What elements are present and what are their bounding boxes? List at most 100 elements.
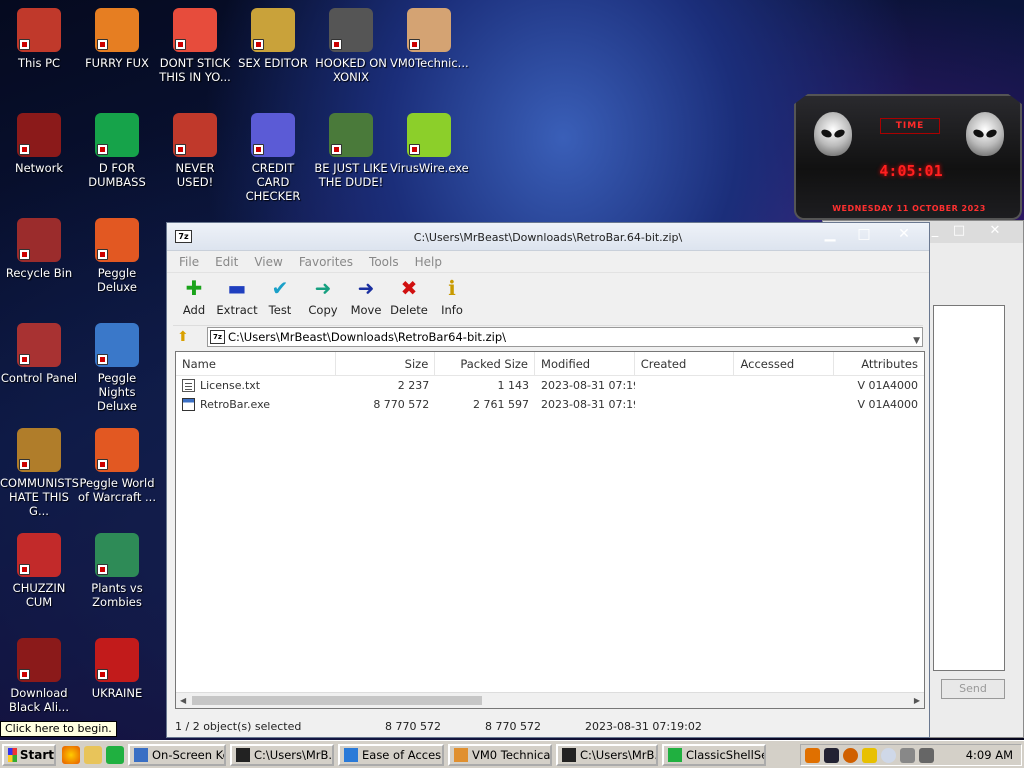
- desktop-icon[interactable]: CHUZZIN CUM: [0, 533, 78, 609]
- taskbar-button[interactable]: VM0 Technica...: [448, 743, 552, 766]
- address-input[interactable]: 7z C:\Users\MrBeast\Downloads\RetroBar64…: [207, 327, 923, 347]
- taskbar-button[interactable]: ClassicShellSe...: [662, 743, 766, 766]
- desktop-icon[interactable]: Control Panel: [0, 323, 78, 385]
- desktop-icon[interactable]: FURRY FUX: [78, 8, 156, 70]
- scroll-right-icon[interactable]: ▶: [914, 696, 920, 705]
- desktop-icon[interactable]: D FOR DUMBASS: [78, 113, 156, 189]
- desktop-icon[interactable]: Peggle World of Warcraft ...: [78, 428, 156, 504]
- shortcut-arrow-icon: [409, 144, 420, 155]
- extract-button[interactable]: ▬ Extract: [216, 276, 258, 317]
- column-header-name[interactable]: Name: [176, 352, 336, 376]
- windows-flag-icon: [8, 747, 17, 762]
- desktop-icon[interactable]: DONT STICK THIS IN YO...: [156, 8, 234, 84]
- desktop-icon[interactable]: Recycle Bin: [0, 218, 78, 280]
- desktop-icon-label: Network: [14, 161, 64, 175]
- menu-item-view[interactable]: View: [246, 255, 290, 269]
- desktop-icon[interactable]: Peggle Nights Deluxe: [78, 323, 156, 413]
- desktop-icon[interactable]: Peggle Deluxe: [78, 218, 156, 294]
- menu-item-favorites[interactable]: Favorites: [291, 255, 361, 269]
- table-row[interactable]: RetroBar.exe 8 770 572 2 761 597 2023-08-31…: [176, 395, 924, 414]
- scrollbar-thumb[interactable]: [192, 696, 482, 705]
- desktop-icon[interactable]: BE JUST LIKE THE DUDE!: [312, 113, 390, 189]
- folder-icon[interactable]: [84, 745, 102, 764]
- file-cell: [635, 376, 735, 395]
- desktop-icon[interactable]: VM0Technic...: [390, 8, 469, 70]
- alien-head-icon: [814, 112, 852, 156]
- desktop-icon[interactable]: Network: [0, 113, 78, 175]
- speaker-icon[interactable]: [919, 747, 934, 763]
- test-button[interactable]: ✔ Test: [259, 276, 301, 317]
- search-icon[interactable]: [843, 747, 858, 763]
- tray-app-icon[interactable]: [824, 747, 839, 763]
- firefox-icon[interactable]: [62, 745, 80, 764]
- menu-item-tools[interactable]: Tools: [361, 255, 407, 269]
- start-label: Start: [19, 747, 54, 762]
- flag-icon[interactable]: [900, 747, 915, 763]
- desktop-icon[interactable]: VirusWire.exe: [390, 113, 469, 175]
- file-cell: [735, 376, 835, 395]
- desktop-icon-label: Peggle Deluxe: [97, 266, 137, 294]
- desktop-icon-label: Peggle World of Warcraft ...: [78, 476, 156, 504]
- 7zip-window[interactable]: 7z C:\Users\MrBeast\Downloads\RetroBar.6…: [166, 222, 930, 738]
- desktop-icon[interactable]: SEX EDITOR: [234, 8, 312, 70]
- delete-button[interactable]: ✖ Delete: [388, 276, 430, 317]
- desktop-icon-label: Peggle Nights Deluxe: [97, 371, 137, 413]
- send-button[interactable]: Send: [941, 679, 1005, 699]
- drop-icon[interactable]: [881, 747, 896, 763]
- file-list[interactable]: Name Size Packed Size Modified Created A…: [175, 351, 925, 709]
- tray-app-icon[interactable]: [805, 747, 820, 763]
- taskbar-button[interactable]: On-Screen Ke...: [128, 743, 226, 766]
- desktop-icon[interactable]: Plants vs Zombies: [78, 533, 156, 609]
- shortcut-icon: [17, 533, 61, 577]
- file-cell: 2 761 597: [473, 398, 530, 411]
- status-size: 8 770 572: [385, 719, 441, 733]
- scroll-left-icon[interactable]: ◀: [180, 696, 186, 705]
- column-header-modified[interactable]: Modified: [535, 352, 635, 376]
- maximize-icon[interactable]: □: [947, 224, 971, 238]
- column-header-packed-size[interactable]: Packed Size: [435, 352, 536, 376]
- column-header-accessed[interactable]: Accessed: [734, 352, 835, 376]
- background-text-panel[interactable]: [933, 305, 1005, 671]
- desktop-icon[interactable]: NEVER USED!: [156, 113, 234, 189]
- shortcut-icon: [407, 8, 451, 52]
- info-button[interactable]: ℹ Info: [431, 276, 473, 317]
- add-button[interactable]: ✚ Add: [173, 276, 215, 317]
- desktop-icon[interactable]: UKRAINE: [78, 638, 156, 700]
- shortcut-icon: [95, 533, 139, 577]
- desktop-icon[interactable]: HOOKED ON XONIX: [312, 8, 390, 84]
- horizontal-scrollbar[interactable]: ◀ ▶: [176, 692, 924, 708]
- taskbar-clock[interactable]: 4:09 AM: [966, 748, 1021, 762]
- desktop-icon[interactable]: Download Black Ali...: [0, 638, 78, 714]
- move-button[interactable]: ➜ Move: [345, 276, 387, 317]
- minimize-button[interactable]: ▁: [813, 225, 847, 243]
- desktop-icon[interactable]: This PC: [0, 8, 78, 70]
- taskbar-button[interactable]: C:\Users\MrB...: [556, 743, 658, 766]
- menu-item-file[interactable]: File: [171, 255, 207, 269]
- file-cell: 8 770 572: [373, 398, 430, 411]
- chevron-down-icon[interactable]: ▼: [913, 332, 920, 350]
- window-titlebar[interactable]: 7z C:\Users\MrBeast\Downloads\RetroBar.6…: [167, 223, 929, 251]
- maximize-button[interactable]: □: [847, 225, 881, 243]
- star-icon[interactable]: [862, 747, 877, 763]
- desktop-icon-label: CHUZZIN CUM: [12, 581, 66, 609]
- copy-button[interactable]: ➜ Copy: [302, 276, 344, 317]
- taskbar-button[interactable]: C:\Users\MrB...: [230, 743, 334, 766]
- file-cell: [635, 395, 735, 414]
- column-header-size[interactable]: Size: [336, 352, 436, 376]
- desktop-icon-label: Download Black Ali...: [9, 686, 69, 714]
- column-header-created[interactable]: Created: [635, 352, 735, 376]
- shortcut-icon: [95, 323, 139, 367]
- menu-item-edit[interactable]: Edit: [207, 255, 246, 269]
- task-app-icon: [344, 747, 358, 762]
- menu-item-help[interactable]: Help: [407, 255, 450, 269]
- desktop-icon[interactable]: CREDIT CARD CHECKER: [234, 113, 312, 203]
- close-button[interactable]: ✕: [887, 225, 921, 243]
- taskbar-button[interactable]: Ease of Acces...: [338, 743, 444, 766]
- up-folder-icon[interactable]: ⬆: [177, 329, 193, 345]
- start-button[interactable]: Start: [2, 743, 56, 766]
- close-icon[interactable]: ✕: [983, 224, 1007, 238]
- desktop-icon[interactable]: COMMUNISTS HATE THIS G...: [0, 428, 79, 518]
- app-icon[interactable]: [106, 745, 124, 764]
- table-row[interactable]: License.txt 2 237 1 143 2023-08-31 07:19 V 0…: [176, 376, 924, 395]
- column-header-attributes[interactable]: Attributes: [834, 352, 924, 376]
